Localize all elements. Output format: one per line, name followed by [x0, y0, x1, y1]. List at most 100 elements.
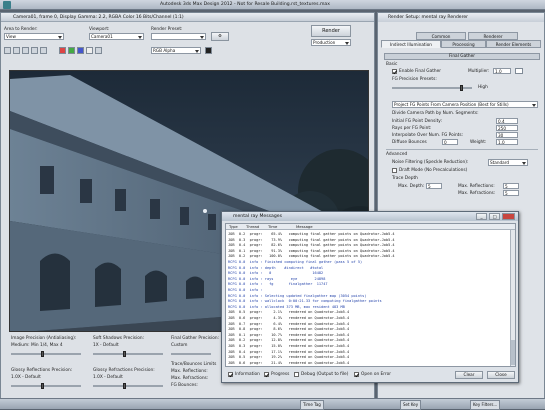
glossy-refractions-label: Glossy Refractions Precision: — [93, 368, 155, 373]
log-line: JOB 0.7 progr: 6.4% rendered on Quadroto… — [228, 321, 350, 326]
fg-bounces-label: FG Bounces: — [171, 383, 198, 388]
frame-window-title: Camera01, frame 0, Display Gamma: 2.2, R… — [13, 15, 184, 20]
multiplier-color-swatch[interactable] — [515, 68, 523, 74]
enable-final-gather-checkbox[interactable] — [392, 69, 397, 74]
final-gather-precision-slider[interactable] — [171, 353, 211, 355]
log-line: RCFG 0.0 info : wallclock 0:00:21.33 for… — [228, 299, 382, 304]
max-refractions-label: Max. Refractions: — [458, 191, 496, 196]
soft-shadows-slider[interactable] — [93, 353, 163, 355]
noise-filtering-dropdown[interactable]: Standard — [488, 159, 528, 166]
log-scrollbar[interactable] — [510, 230, 515, 366]
log-line: JOB 0.8 progr: 8.6% rendered on Quadroto… — [228, 327, 350, 332]
log-line: JOB 0.6 progr: 21.4% rendered on Quadrot… — [228, 360, 350, 365]
messages-title-bar: mental ray Messages _ □ × — [222, 212, 518, 221]
project-fg-points-dropdown[interactable]: Project FG Points From Camera Position (… — [392, 101, 538, 108]
filter-checkbox[interactable] — [264, 372, 269, 377]
alpha-channel-icon[interactable] — [86, 47, 93, 54]
tab-indirect-illumination[interactable]: Indirect Illumination — [381, 40, 441, 48]
copy-image-icon[interactable] — [13, 47, 20, 54]
log-line: JOB 0.1 progr: 91.3% computing final gat… — [228, 248, 395, 253]
green-channel-icon[interactable] — [68, 47, 75, 54]
clear-image-icon[interactable] — [40, 47, 47, 54]
max-depth-spinner[interactable]: 5 — [426, 183, 442, 189]
column-thread: Thread — [246, 224, 260, 229]
production-dropdown[interactable]: Production — [311, 39, 351, 46]
tab-renderer[interactable]: Renderer — [468, 32, 518, 40]
log-line: RCFG 0.0 info : depth #indirect #total — [228, 265, 324, 270]
filter-checkbox[interactable] — [354, 372, 359, 377]
monochrome-icon[interactable] — [95, 47, 102, 54]
channel-display-dropdown[interactable]: RGB Alpha — [151, 47, 201, 54]
log-line: RCFG 0.0 info : 0 16482 — [228, 271, 324, 276]
minimize-button[interactable]: _ — [476, 213, 487, 220]
fg-precision-slider-handle[interactable] — [460, 85, 463, 91]
render-button[interactable]: Render — [311, 25, 351, 37]
multiplier-spinner[interactable]: 1.0 — [493, 68, 511, 74]
max-refractions-label: Max. Refractions: — [171, 376, 209, 381]
app-title: Autodesk 3ds Max Design 2012 - Not for R… — [160, 2, 330, 7]
interpolate-spinner[interactable]: 30 — [496, 132, 518, 138]
clone-window-icon[interactable] — [22, 47, 29, 54]
image-precision-slider[interactable] — [11, 353, 81, 355]
initial-density-spinner[interactable]: 0.4 — [496, 118, 518, 124]
diffuse-bounces-spinner[interactable]: 0 — [442, 139, 458, 145]
log-line: JOB 0.5 progr: 19.2% rendered on Quadrot… — [228, 355, 350, 360]
blue-channel-icon[interactable] — [77, 47, 84, 54]
soft-shadows-slider-handle[interactable] — [123, 351, 126, 357]
max-depth-label: Max. Depth: — [398, 184, 425, 189]
glossy-refractions-slider-handle[interactable] — [123, 383, 126, 389]
advanced-group-label: Advanced — [386, 152, 408, 157]
print-image-icon[interactable] — [31, 47, 38, 54]
tab-processing[interactable]: Processing — [441, 40, 486, 48]
log-line: JOB 0.2 progr: 12.8% rendered on Quadrot… — [228, 338, 350, 343]
save-image-icon[interactable] — [4, 47, 11, 54]
filter-checkbox[interactable] — [228, 372, 233, 377]
fg-precision-value: High — [478, 85, 488, 90]
messages-window: mental ray Messages _ □ × Type Thread Ti… — [221, 211, 519, 383]
log-line: RCFG 0.0 info : Finished computing final… — [228, 260, 363, 264]
max-reflections-spinner[interactable]: 5 — [503, 183, 519, 189]
rays-per-fg-point-spinner[interactable]: 250 — [496, 125, 518, 131]
tab-common[interactable]: Common — [416, 32, 466, 40]
image-precision-slider-handle[interactable] — [41, 351, 44, 357]
message-log[interactable]: Type Thread Time Message JOB 0.2 progr: … — [225, 223, 516, 367]
viewport-dropdown[interactable]: Camera01 — [89, 33, 144, 40]
settings-icon: ⚙ — [218, 33, 222, 38]
final-gather-rollout-header[interactable]: Final Gather — [384, 53, 540, 60]
column-message: Message — [296, 224, 313, 229]
log-scrollbar-thumb[interactable] — [511, 340, 515, 365]
render-preset-label: Render Preset: — [151, 27, 183, 32]
draft-mode-checkbox[interactable] — [392, 168, 397, 173]
render-preset-dropdown[interactable] — [151, 33, 206, 40]
log-line: JOB 0.5 progr: 2.1% rendered on Quadroto… — [228, 310, 350, 315]
log-line: JOB 0.2 progr: 65.4% computing final gat… — [228, 232, 395, 236]
render-setup-button[interactable]: ⚙ — [211, 32, 229, 41]
weight-spinner[interactable]: 1.0 — [496, 139, 518, 145]
max-refractions-spinner[interactable]: 5 — [503, 190, 519, 196]
frame-window-title-bar: Camera01, frame 0, Display Gamma: 2.2, R… — [1, 13, 374, 22]
red-channel-icon[interactable] — [59, 47, 66, 54]
area-to-render-dropdown[interactable]: View — [4, 33, 64, 40]
soft-shadows-value: 1X - Default — [93, 343, 119, 348]
final-gather-precision-value: Custom — [171, 343, 188, 348]
tab-render-elements[interactable]: Render Elements — [486, 40, 541, 48]
glossy-refractions-slider[interactable] — [93, 385, 163, 387]
glossy-reflections-slider-handle[interactable] — [41, 383, 44, 389]
clear-button[interactable]: Clear — [455, 371, 483, 379]
close-button[interactable]: Close — [487, 371, 515, 379]
fg-precision-presets-label: FG Precision Presets: — [392, 77, 437, 82]
filter-checkbox[interactable] — [294, 372, 299, 377]
maximize-button[interactable]: □ — [489, 213, 500, 220]
glossy-reflections-slider[interactable] — [11, 385, 81, 387]
glossy-refractions-value: 1.0X - Default — [93, 375, 123, 380]
basic-group-label: Basic — [386, 62, 398, 67]
trace-depth-label: Trace Depth — [392, 176, 418, 181]
log-line: JOB 0.4 progr: 17.1% rendered on Quadrot… — [228, 349, 350, 354]
divide-camera-path-label: Divide Camera Path by Num. Segments: — [392, 111, 479, 116]
filter-label: Debug (Output to file) — [301, 372, 349, 377]
close-window-button[interactable]: × — [502, 213, 515, 220]
render-setup-title-bar: Render Setup: mental ray Renderer — [378, 13, 544, 22]
log-line: RCFG 0.0 info : rays eye 24898 — [228, 276, 326, 281]
color-swatch[interactable] — [205, 47, 212, 54]
filter-label: Open on Error — [361, 372, 392, 377]
